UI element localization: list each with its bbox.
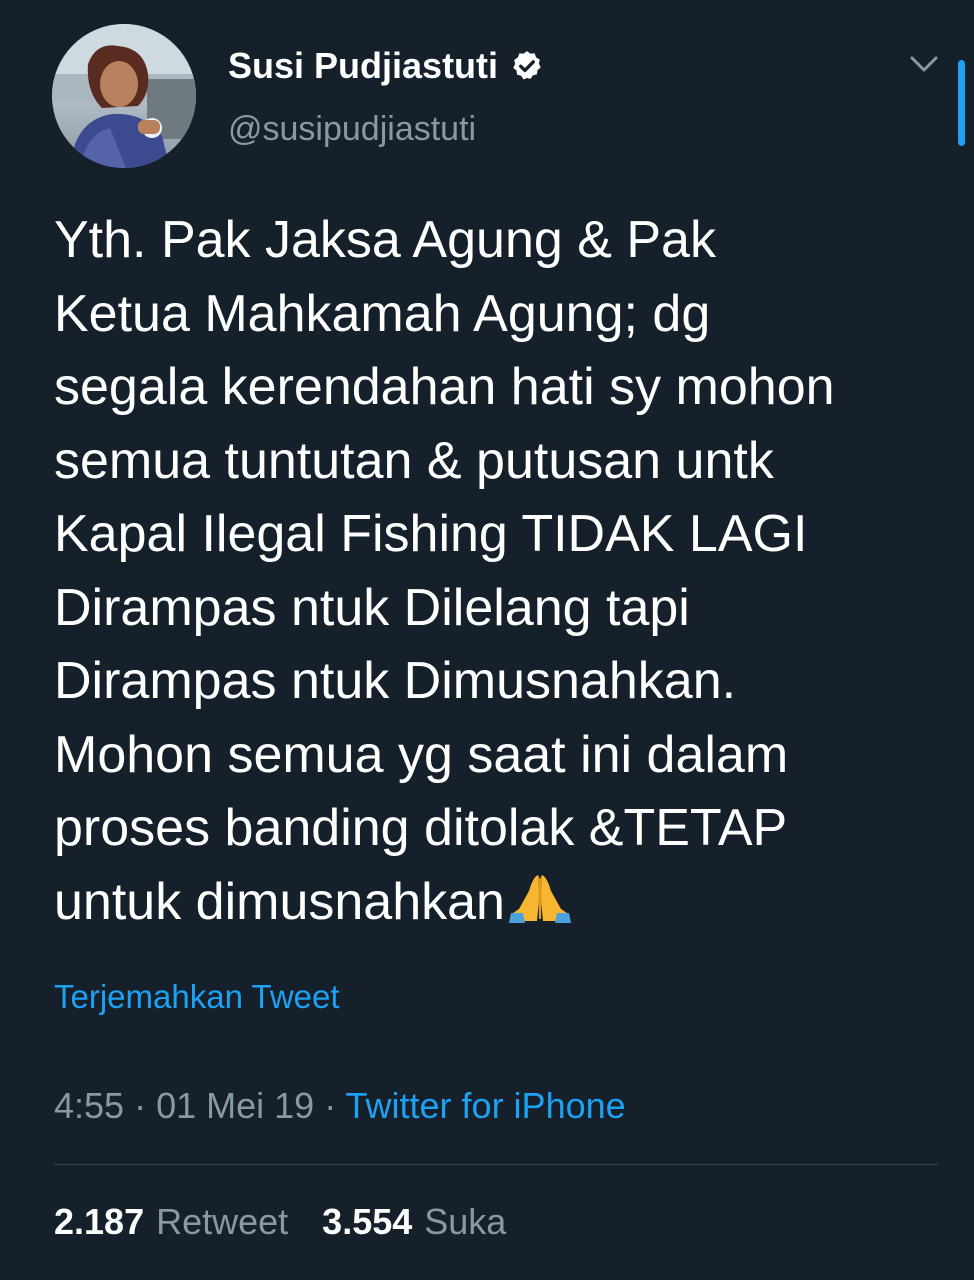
tweet-line: Mohon semua yg saat ini dalam xyxy=(54,725,789,784)
verified-badge-icon xyxy=(513,51,541,80)
retweets-label: Retweet xyxy=(156,1201,289,1242)
retweets-count: 2.187 xyxy=(54,1201,145,1242)
tweet-line: segala kerendahan hati sy mohon xyxy=(54,358,835,416)
tweet-date: 01 Mei 19 xyxy=(156,1085,315,1126)
tweet-line: Ketua Mahkamah Agung; dg xyxy=(54,284,711,343)
tweet-meta: 4:55 · 01 Mei 19 · Twitter for iPhone xyxy=(54,1083,626,1129)
tweet-line-last: untuk dimusnahkan xyxy=(54,866,944,940)
meta-separator: · xyxy=(124,1085,157,1126)
tweet-line: semua tuntutan & putusan untk xyxy=(54,431,774,490)
chevron-down-icon[interactable] xyxy=(908,52,940,76)
avatar[interactable] xyxy=(52,24,196,168)
likes-count: 3.554 xyxy=(322,1201,413,1242)
scrollbar-thumb[interactable] xyxy=(958,60,965,146)
author-name[interactable]: Susi Pudjiastuti xyxy=(228,44,544,88)
avatar-photo xyxy=(52,24,196,168)
author-name-text[interactable]: Susi Pudjiastuti xyxy=(228,44,498,88)
divider xyxy=(54,1164,938,1165)
tweet-line: Kapal Ilegal Fishing TIDAK LAGI xyxy=(54,505,808,563)
tweet-line: Yth. Pak Jaksa Agung & Pak xyxy=(54,211,716,269)
tweet-line: Dirampas ntuk Dilelang tapi xyxy=(54,578,690,637)
retweets-stat[interactable]: 2.187 Retweet xyxy=(54,1199,288,1245)
tweet-line: Dirampas ntuk Dimusnahkan. xyxy=(54,652,737,710)
tweet-stats: 2.187 Retweet 3.554 Suka xyxy=(54,1199,540,1245)
likes-stat[interactable]: 3.554 Suka xyxy=(322,1199,506,1245)
tweet-line-text: untuk dimusnahkan xyxy=(54,872,505,931)
author-handle[interactable]: @susipudjiastuti xyxy=(228,108,476,150)
tweet-time: 4:55 xyxy=(54,1085,125,1126)
translate-tweet-link[interactable]: Terjemahkan Tweet xyxy=(54,975,340,1019)
tweet-text: Yth. Pak Jaksa Agung & Pak Ketua Mahkama… xyxy=(54,204,944,939)
likes-label: Suka xyxy=(424,1201,507,1242)
folded-hands-emoji xyxy=(508,874,571,923)
tweet-line: proses banding ditolak &TETAP xyxy=(54,799,788,857)
meta-separator: · xyxy=(314,1085,346,1126)
tweet-source-link[interactable]: Twitter for iPhone xyxy=(346,1085,626,1126)
